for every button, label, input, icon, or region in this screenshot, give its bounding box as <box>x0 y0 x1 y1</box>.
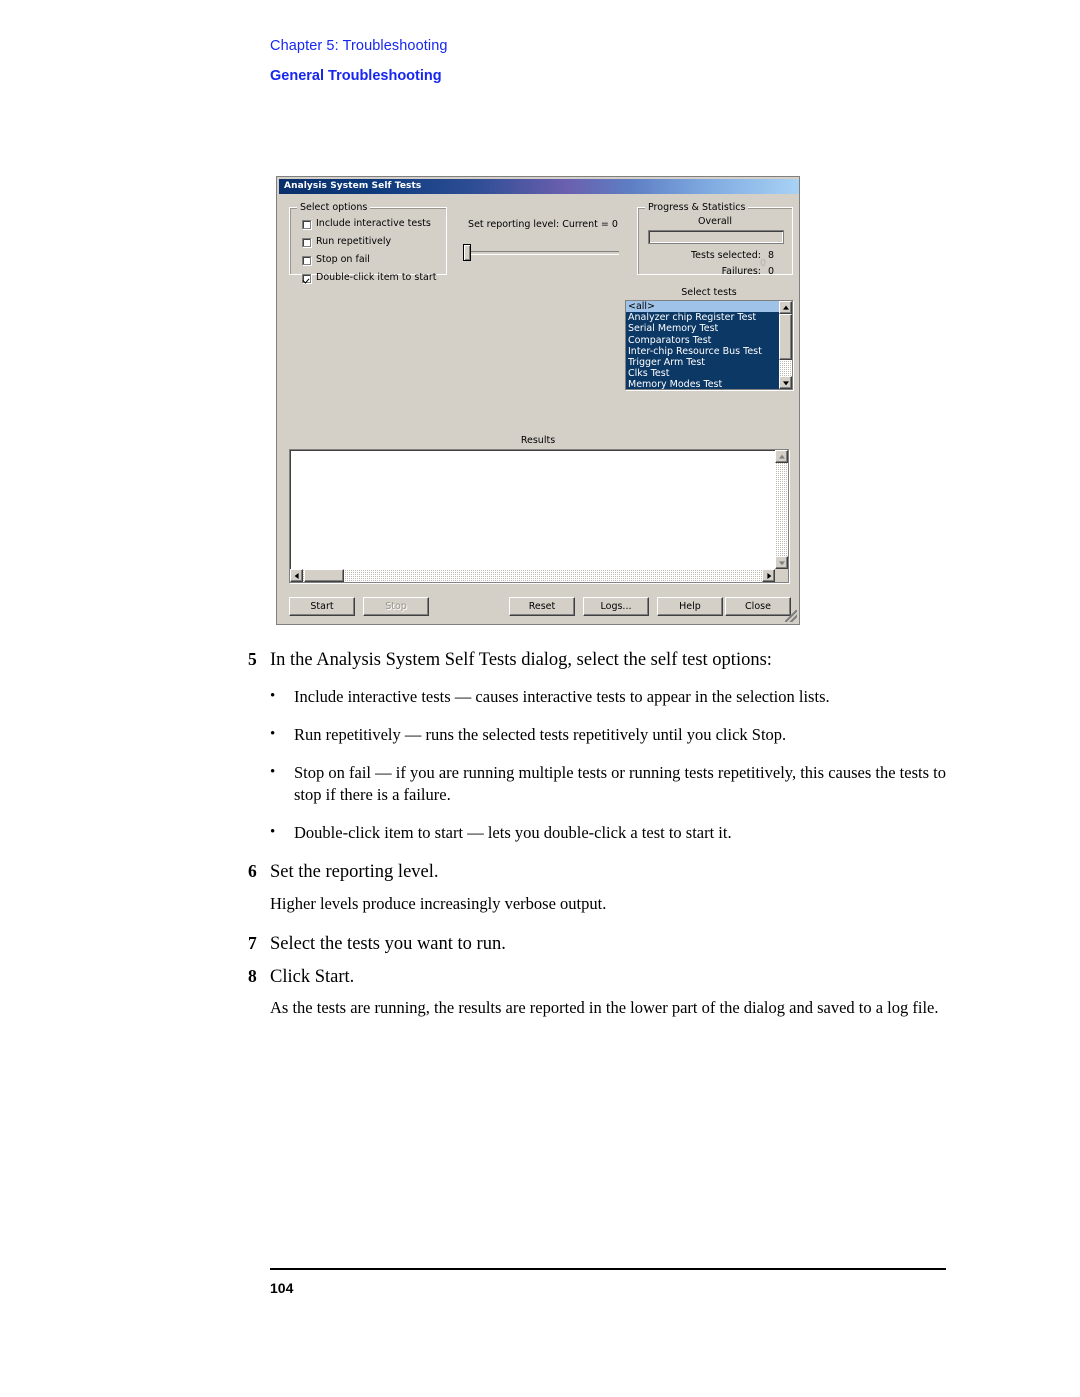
select-tests-items: <all> Analyzer chip Register Test Serial… <box>626 301 779 389</box>
tests-selected-value: 8 <box>768 250 775 261</box>
checkbox-label: Stop on fail <box>316 254 370 265</box>
overall-progress-bar <box>648 230 784 244</box>
scroll-up-arrow-icon[interactable] <box>775 450 788 463</box>
help-button[interactable]: Help <box>657 597 723 616</box>
progress-statistics-group: Progress & Statistics Overall Tests sele… <box>637 202 793 277</box>
slider-thumb[interactable] <box>463 244 471 261</box>
results-textarea[interactable] <box>289 449 789 583</box>
select-tests-scrollbar[interactable] <box>779 301 792 389</box>
bullet-icon: • <box>270 726 276 743</box>
scroll-right-arrow-icon[interactable] <box>762 569 775 582</box>
checkbox-double-click-item-to-start[interactable]: Double-click item to start <box>302 273 437 283</box>
scrollbar-thumb[interactable] <box>304 569 344 582</box>
step-text: Select the tests you want to run. <box>270 934 506 955</box>
scroll-up-arrow-icon[interactable] <box>779 301 792 314</box>
list-item[interactable]: Clks Test <box>626 368 779 380</box>
checkbox-label: Double-click item to start <box>316 272 437 283</box>
logs-button[interactable]: Logs... <box>583 597 649 616</box>
checkbox-include-interactive-tests[interactable]: Include interactive tests <box>302 219 431 229</box>
list-item[interactable]: Memory Modes Test <box>626 379 779 389</box>
list-item: • Stop on fail — if you are running mult… <box>270 762 948 806</box>
reporting-level-slider[interactable] <box>455 243 631 261</box>
overall-label: Overall <box>698 216 732 227</box>
chapter-breadcrumb: Chapter 5: Troubleshooting <box>270 38 448 54</box>
list-item: • Include interactive tests — causes int… <box>270 686 948 708</box>
select-options-group: Select options Include interactive tests… <box>289 202 447 283</box>
checkbox-box-icon <box>302 219 311 229</box>
list-item: • Double-click item to start — lets you … <box>270 822 948 844</box>
list-item[interactable]: <all> <box>626 301 779 313</box>
step-text: In the Analysis System Self Tests dialog… <box>270 650 772 670</box>
bullet-icon: • <box>270 764 276 781</box>
step-number: 8 <box>248 965 257 986</box>
scroll-down-arrow-icon[interactable] <box>775 556 788 569</box>
footer-divider <box>270 1268 946 1270</box>
checkbox-stop-on-fail[interactable]: Stop on fail <box>302 255 370 265</box>
failures-stat: Failures: 0 <box>722 266 780 277</box>
section-title: General Troubleshooting <box>270 68 442 85</box>
page-number: 104 <box>270 1280 294 1296</box>
bullet-icon: • <box>270 824 276 841</box>
slider-track <box>467 251 619 255</box>
step-number: 6 <box>248 861 257 882</box>
tests-selected-stat: Tests selected: 8 <box>691 250 780 261</box>
step-6-paragraph: Higher levels produce increasingly verbo… <box>270 893 607 913</box>
stop-button: Stop <box>363 597 429 616</box>
list-item[interactable]: Analyzer chip Register Test <box>626 312 779 324</box>
step-6: 6 Set the reporting level. <box>248 860 948 884</box>
page-header: Chapter 5: Troubleshooting General Troub… <box>270 36 970 87</box>
checkbox-label: Include interactive tests <box>316 218 431 229</box>
step-text: Click Start. <box>270 966 355 987</box>
start-button[interactable]: Start <box>289 597 355 616</box>
list-item: • Run repetitively — runs the selected t… <box>270 724 948 746</box>
scroll-down-arrow-icon[interactable] <box>779 376 792 389</box>
failures-label: Failures: <box>721 266 761 277</box>
list-item[interactable]: Inter-chip Resource Bus Test <box>626 345 779 357</box>
bullet-icon: • <box>270 688 276 705</box>
step-5: 5 In the Analysis System Self Tests dial… <box>248 648 948 672</box>
results-vertical-scrollbar[interactable] <box>775 450 788 569</box>
reporting-level-caption: Set reporting level: Current = 0 <box>468 219 618 230</box>
step-8-paragraph: As the tests are running, the results ar… <box>270 998 939 1018</box>
failures-value: 0 <box>768 266 775 277</box>
results-horizontal-scrollbar[interactable] <box>290 569 775 582</box>
list-item-text: Run repetitively — runs the selected tes… <box>294 725 787 745</box>
tests-selected-label: Tests selected: <box>690 250 761 261</box>
close-button[interactable]: Close <box>725 597 791 616</box>
list-item-text: Include interactive tests — causes inter… <box>294 687 830 707</box>
self-test-options-list: • Include interactive tests — causes int… <box>270 686 948 844</box>
checkbox-box-icon <box>302 237 311 247</box>
checkbox-box-icon <box>302 255 311 265</box>
scroll-left-arrow-icon[interactable] <box>290 569 303 582</box>
reporting-level-control: Set reporting level: Current = 0 <box>455 219 631 261</box>
select-tests-listbox[interactable]: <all> Analyzer chip Register Test Serial… <box>625 300 793 390</box>
step-7: 7 Select the tests you want to run. <box>248 932 948 956</box>
step-number: 5 <box>248 649 257 669</box>
checkbox-label: Run repetitively <box>316 236 392 247</box>
list-item[interactable]: Comparators Test <box>626 334 779 346</box>
dialog-titlebar: Analysis System Self Tests <box>279 179 799 194</box>
list-item[interactable]: Serial Memory Test <box>626 323 779 335</box>
checkbox-checked-icon <box>302 273 311 283</box>
progress-statistics-legend: Progress & Statistics <box>645 202 749 213</box>
list-item[interactable]: Trigger Arm Test <box>626 356 779 369</box>
scrollbar-thumb[interactable] <box>779 314 792 360</box>
select-tests-label: Select tests <box>681 287 737 298</box>
step-text: Set the reporting level. <box>270 862 439 883</box>
resize-grip-icon[interactable] <box>785 610 797 622</box>
step-number: 7 <box>248 933 257 954</box>
checkbox-run-repetitively[interactable]: Run repetitively <box>302 237 391 247</box>
scrollbar-corner <box>775 569 788 582</box>
step-8: 8 Click Start. <box>248 965 948 989</box>
instruction-body: 5 In the Analysis System Self Tests dial… <box>248 648 948 1031</box>
select-options-legend: Select options <box>297 202 371 213</box>
list-item-text: Double-click item to start — lets you do… <box>294 823 732 843</box>
reset-button[interactable]: Reset <box>509 597 575 616</box>
analysis-system-self-tests-dialog: Analysis System Self Tests Select option… <box>276 176 800 625</box>
results-label: Results <box>520 435 556 446</box>
list-item-text: Stop on fail — if you are running multip… <box>294 763 946 805</box>
